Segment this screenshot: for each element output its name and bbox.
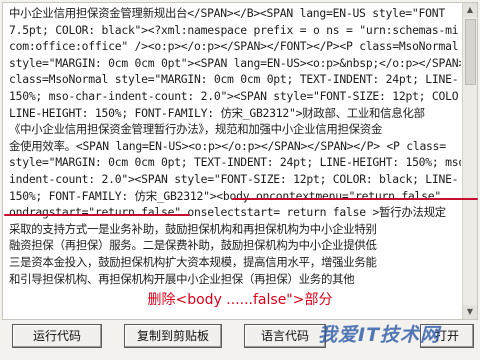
code-line: 《中小企业信用担保资金管理暂行办法》，规范和加强中小企业信用担保资金 [9, 122, 383, 137]
highlight-underline-2 [4, 214, 190, 216]
code-line: LINE-HEIGHT: 150%; FONT-FAMILY: 仿宋_GB231… [9, 105, 425, 120]
code-line: com:office:office" /><o:p></o:p></SPAN><… [9, 39, 459, 54]
code-line: ondragstart="return false" onselectstart… [9, 205, 446, 220]
code-line: indent-count: 2.0"><SPAN style="FONT-SIZ… [9, 171, 459, 186]
code-line: 7.5pt; COLOR: black"><?xml:namespace pre… [9, 22, 459, 37]
vertical-scrollbar[interactable]: ▲ ▼ [462, 3, 477, 319]
code-viewer: 中小企业信用担保资金管理新规出台</SPAN></B><SPAN lang=EN… [2, 2, 478, 320]
code-line: 采取的支持方式一是业务补助，鼓励担保机构和再担保机构为中小企业特别 [9, 221, 377, 236]
code-line: 150%; FONT-FAMILY: 仿宋_GB2312"><body onco… [9, 188, 441, 203]
code-line: 融资担保（再担保）服务。二是保费补助，鼓励担保机构为中小企业提供低 [9, 238, 377, 253]
scroll-thumb[interactable] [465, 19, 476, 85]
code-line: 中小企业信用担保资金管理新规出台</SPAN></B><SPAN lang=EN… [9, 6, 445, 20]
language-code-button[interactable]: 语言代码 [244, 324, 326, 348]
code-line: 金使用效率。<SPAN lang=EN-US><o:p></o:p></SPAN… [9, 138, 446, 153]
code-textarea[interactable]: 中小企业信用担保资金管理新规出台</SPAN></B><SPAN lang=EN… [9, 5, 461, 313]
highlight-underline-1 [232, 198, 478, 200]
scroll-up-arrow-icon[interactable]: ▲ [463, 3, 477, 17]
code-line: 150%; mso-char-indent-count: 2.0"><SPAN … [9, 88, 459, 103]
copy-to-clipboard-button[interactable]: 复制到剪贴板 [124, 324, 222, 348]
code-line: 三是资本金投入，鼓励担保机构扩大资本规模，提高信用水平，增强业务能 [9, 254, 377, 269]
annotation-caption: 删除<body ......false">部分 [147, 292, 333, 308]
code-line: style="MARGIN: 0cm 0cm 0pt"><SPAN lang=E… [9, 55, 461, 70]
run-code-button[interactable]: 运行代码 [12, 324, 102, 348]
code-line: style="MARGIN: 0cm 0cm 0pt; TEXT-INDENT:… [9, 155, 461, 170]
code-line: class=MsoNormal style="MARGIN: 0cm 0cm 0… [9, 72, 459, 87]
site-watermark: 我爱IT技术网 [318, 324, 441, 346]
code-line: 和引导担保机构、再担保机构开展中小企业担保（再担保）业务的其他 [9, 271, 355, 286]
